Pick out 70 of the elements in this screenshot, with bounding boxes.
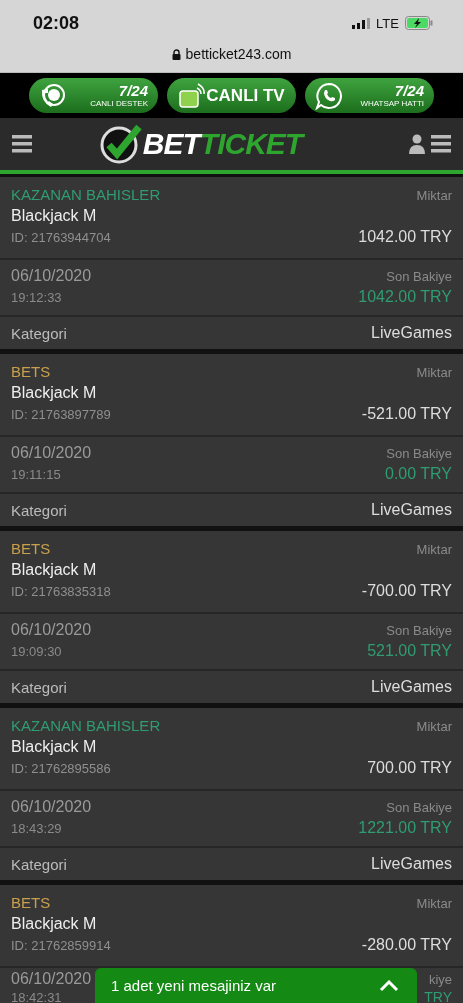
transaction-time: 19:09:30 — [11, 643, 62, 661]
network-label: LTE — [376, 15, 399, 31]
promo-button[interactable]: 7/24 CANLI DESTEK — [29, 78, 158, 113]
balance-label: kiye — [428, 972, 452, 987]
balance-label: Son Bakiye — [386, 800, 452, 815]
balance-value: 0.00 TRY — [385, 465, 452, 483]
transaction-type: KAZANAN BAHISLER — [11, 716, 161, 736]
message-toast[interactable]: 1 adet yeni mesajiniz var — [95, 968, 417, 1003]
transaction-type: BETS — [11, 539, 51, 559]
amount-value: 1042.00 TRY — [358, 228, 452, 246]
amount-value: 700.00 TRY — [367, 759, 452, 777]
amount-label: Miktar — [416, 719, 452, 734]
transaction-id: ID: 21762895586 — [11, 760, 111, 778]
balance-label: Son Bakiye — [386, 623, 452, 638]
transaction-id: ID: 21762859914 — [11, 937, 111, 955]
transaction-date: 06/10/2020 — [11, 266, 92, 286]
transaction-id: ID: 21763897789 — [11, 406, 111, 424]
amount-label: Miktar — [416, 365, 452, 380]
amount-value: -521.00 TRY — [361, 405, 452, 423]
category-value: LiveGames — [371, 501, 452, 519]
transaction-id: ID: 21763835318 — [11, 583, 111, 601]
balance-value: 521.00 TRY — [367, 642, 452, 660]
chat-bubble-icon — [315, 81, 343, 110]
game-name: Blackjack M — [11, 383, 97, 403]
amount-label: Miktar — [416, 542, 452, 557]
game-name: Blackjack M — [11, 737, 97, 757]
address-bar[interactable]: betticket243.com — [171, 46, 292, 62]
transaction-time: 18:43:29 — [11, 820, 62, 838]
chevron-up-icon[interactable] — [379, 979, 399, 992]
user-icon[interactable] — [409, 134, 425, 154]
game-name: Blackjack M — [11, 914, 97, 934]
amount-value: -280.00 TRY — [361, 936, 452, 954]
transaction-date: 06/10/2020 — [11, 797, 92, 817]
transaction-date: 06/10/2020 — [11, 620, 92, 640]
category-label: Kategori — [11, 855, 67, 873]
category-label: Kategori — [11, 678, 67, 696]
toast-message: 1 adet yeni mesajiniz var — [111, 977, 277, 994]
balance-label: Son Bakiye — [386, 269, 452, 284]
menu-icon[interactable] — [12, 135, 32, 153]
transaction-time: 19:11:15 — [11, 466, 61, 484]
balance-value: 1042.00 TRY — [358, 288, 452, 306]
balance-value: 1221.00 TRY — [358, 819, 452, 837]
promo-button[interactable]: CANLI TV — [167, 78, 296, 113]
transaction-id: ID: 21763944704 — [11, 229, 111, 247]
balance-label: Son Bakiye — [386, 446, 452, 461]
status-time: 02:08 — [33, 12, 80, 34]
category-value: LiveGames — [371, 324, 452, 342]
transaction-type: BETS — [11, 893, 51, 913]
amount-label: Miktar — [416, 188, 452, 203]
category-label: Kategori — [11, 324, 67, 342]
transaction-time: 18:42:31 — [11, 990, 62, 1003]
amount-value: -700.00 TRY — [361, 582, 452, 600]
transaction-date: 06/10/2020 — [11, 443, 92, 463]
transaction-time: 19:12:33 — [11, 289, 62, 307]
battery-icon — [405, 16, 433, 30]
tv-icon — [177, 81, 205, 110]
game-name: Blackjack M — [11, 560, 97, 580]
promo-button[interactable]: 7/24 WHATSAP HATTI — [305, 78, 434, 113]
amount-label: Miktar — [416, 896, 452, 911]
transaction-date: 06/10/2020 — [11, 969, 92, 989]
check-circle-icon — [98, 123, 143, 165]
balance-value: TRY — [424, 989, 452, 1003]
category-value: LiveGames — [371, 855, 452, 873]
menu-icon[interactable] — [431, 135, 451, 153]
transaction-type: BETS — [11, 362, 51, 382]
transaction-type: KAZANAN BAHISLER — [11, 185, 161, 205]
game-name: Blackjack M — [11, 206, 97, 226]
signal-icon — [352, 17, 371, 29]
category-value: LiveGames — [371, 678, 452, 696]
category-label: Kategori — [11, 501, 67, 519]
